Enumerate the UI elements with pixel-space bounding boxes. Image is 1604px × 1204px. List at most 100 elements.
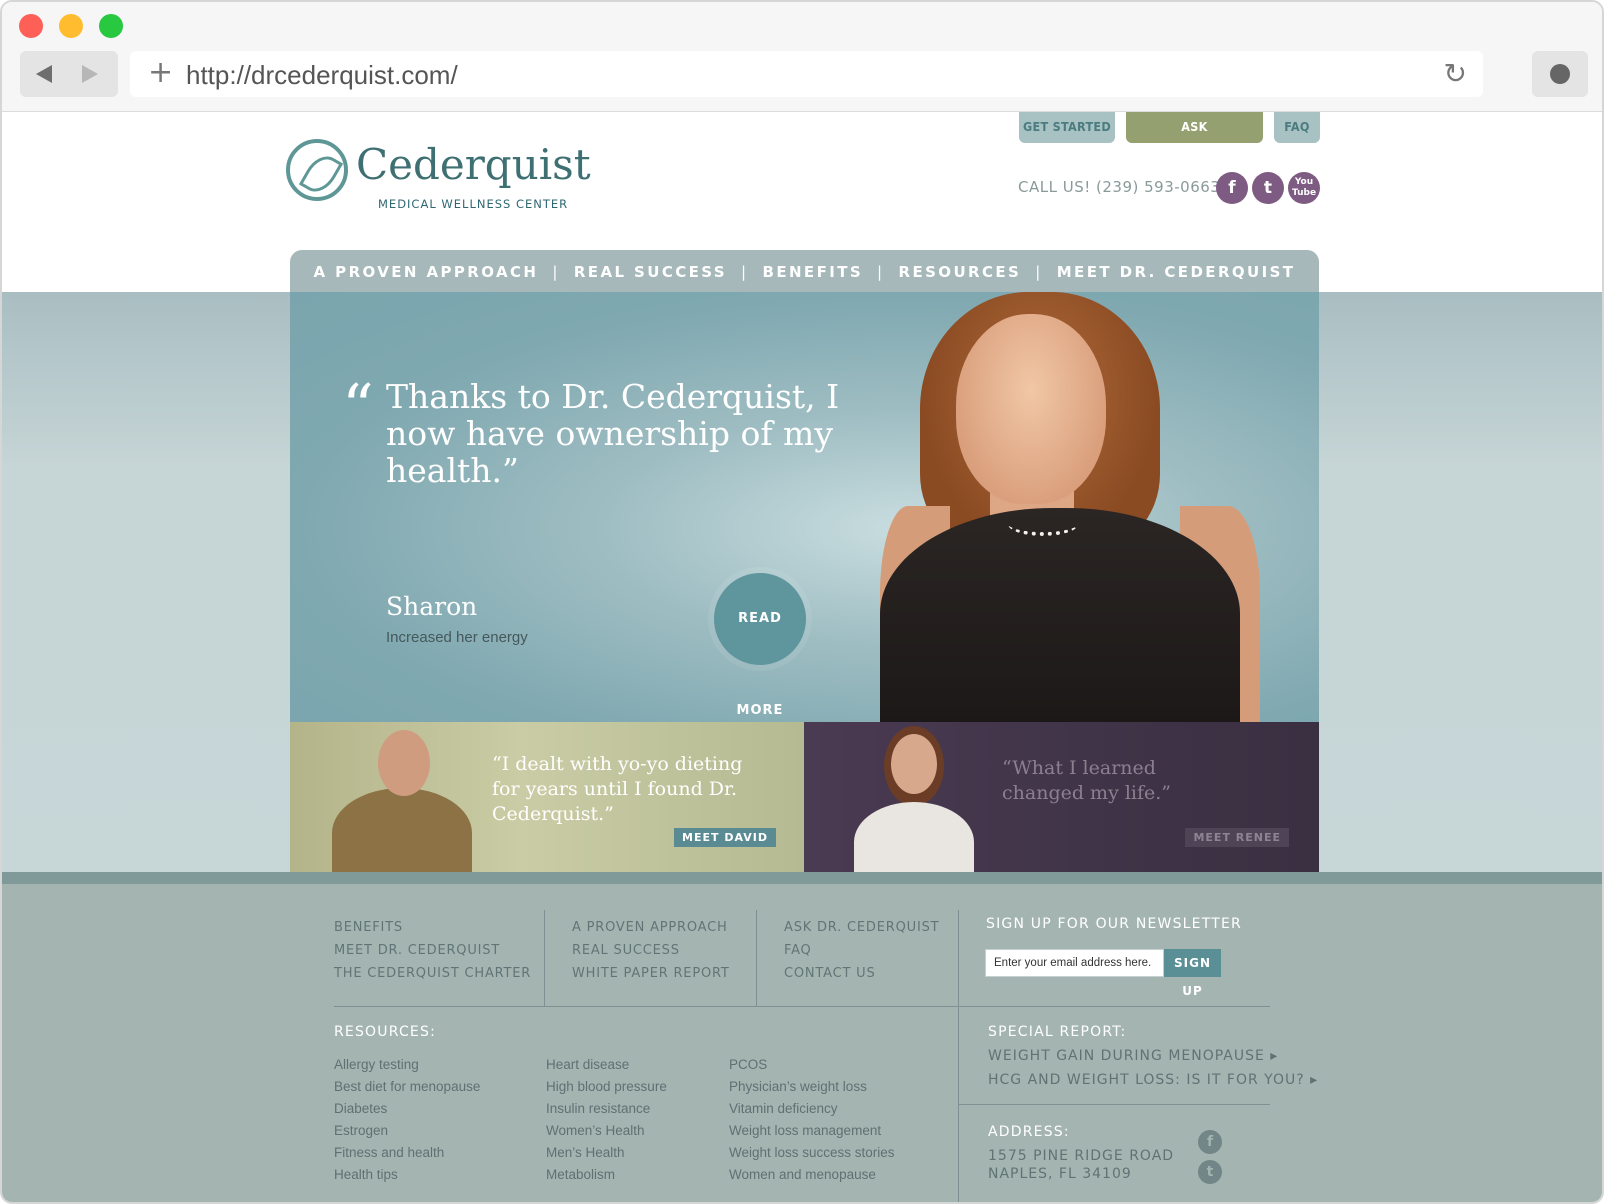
record-icon [1550, 64, 1570, 84]
sign-up-button[interactable]: SIGN UP [1164, 949, 1221, 998]
read-more-button[interactable]: READ MORE [714, 573, 806, 718]
record-button[interactable] [1532, 51, 1588, 97]
reload-icon[interactable]: ↻ [1444, 57, 1467, 90]
footer-link-real-success[interactable]: REAL SUCCESS [572, 939, 730, 962]
nav-benefits[interactable]: BENEFITS [762, 263, 863, 281]
footer-facebook-icon[interactable]: f [1198, 1130, 1222, 1154]
brand-name[interactable]: Cederquist [356, 140, 591, 189]
minimize-window-button[interactable] [59, 14, 83, 38]
forward-arrow-icon[interactable] [82, 65, 98, 83]
footer-twitter-icon[interactable]: t [1198, 1160, 1222, 1184]
resource-link[interactable]: High blood pressure [546, 1076, 667, 1098]
footer-horizontal-divider [958, 1104, 1270, 1105]
footer-link-faq[interactable]: FAQ [784, 939, 939, 962]
nav-real-success[interactable]: REAL SUCCESS [574, 263, 727, 281]
newsletter-title: SIGN UP FOR OUR NEWSLETTER [986, 916, 1242, 932]
site-footer: BENEFITS MEET DR. CEDERQUIST THE CEDERQU… [2, 884, 1602, 1202]
renee-head [891, 734, 937, 794]
meet-renee-button[interactable]: MEET RENEE [1185, 828, 1289, 847]
special-report-link-menopause[interactable]: WEIGHT GAIN DURING MENOPAUSE ▸ [988, 1048, 1278, 1064]
ask-dr-cederquist-tab[interactable]: ASK DR.CEDERQUIST [1126, 112, 1263, 164]
quote-mark-icon: “ [342, 370, 374, 443]
footer-link-contact-us[interactable]: CONTACT US [784, 962, 939, 985]
footer-link-white-paper[interactable]: WHITE PAPER REPORT [572, 962, 730, 985]
phone-number: CALL US! (239) 593-0663 [1018, 178, 1221, 196]
footer-links-col-2: A PROVEN APPROACH REAL SUCCESS WHITE PAP… [572, 916, 730, 985]
renee-testimonial-panel[interactable]: “What I learned changed my life.” MEET R… [804, 722, 1319, 872]
footer-divider-stripe [2, 872, 1602, 884]
meet-david-button[interactable]: MEET DAVID [674, 828, 776, 847]
portrait-dress [880, 508, 1240, 722]
footer-column-divider [958, 910, 959, 1202]
resource-link[interactable]: Women and menopause [729, 1164, 895, 1186]
david-quote: “I dealt with yo-yo dieting for years un… [492, 753, 743, 825]
leaf-logo-icon[interactable] [286, 139, 348, 201]
nav-divider: | [552, 263, 560, 281]
david-testimonial-panel[interactable]: “I dealt with yo-yo dieting for years un… [290, 722, 804, 872]
pearl-necklace [1008, 512, 1078, 536]
footer-link-ask-dr[interactable]: ASK DR. CEDERQUIST [784, 916, 939, 939]
resource-link[interactable]: Metabolism [546, 1164, 667, 1186]
footer-link-benefits[interactable]: BENEFITS [334, 916, 531, 939]
testimonial-caption: Increased her energy [386, 629, 528, 646]
footer-link-meet-dr[interactable]: MEET DR. CEDERQUIST [334, 939, 531, 962]
footer-links-col-3: ASK DR. CEDERQUIST FAQ CONTACT US [784, 916, 939, 985]
youtube-icon[interactable]: You Tube [1288, 172, 1320, 204]
david-head [378, 730, 430, 796]
brand-subtitle: MEDICAL WELLNESS CENTER [378, 197, 569, 211]
close-window-button[interactable] [19, 14, 43, 38]
back-arrow-icon[interactable] [36, 65, 52, 83]
resource-link[interactable]: Weight loss management [729, 1120, 895, 1142]
resource-link[interactable]: Fitness and health [334, 1142, 480, 1164]
testimonial-name: Sharon [386, 592, 478, 621]
resource-link[interactable]: Vitamin deficiency [729, 1098, 895, 1120]
facebook-icon[interactable]: f [1216, 172, 1248, 204]
portrait-face [956, 314, 1106, 504]
footer-column-divider [544, 910, 545, 1006]
footer-horizontal-divider [334, 1006, 1270, 1007]
resources-col-1: Allergy testing Best diet for menopause … [334, 1054, 480, 1186]
resource-link[interactable]: Diabetes [334, 1098, 480, 1120]
special-report-title: SPECIAL REPORT: [988, 1024, 1127, 1040]
footer-link-proven-approach[interactable]: A PROVEN APPROACH [572, 916, 730, 939]
nav-divider: | [877, 263, 885, 281]
renee-quote: “What I learned changed my life.” [1002, 757, 1172, 804]
nav-resources[interactable]: RESOURCES [899, 263, 1022, 281]
resource-link[interactable]: PCOS [729, 1054, 895, 1076]
resource-link[interactable]: Heart disease [546, 1054, 667, 1076]
renee-body [854, 802, 974, 872]
resources-col-3: PCOS Physician’s weight loss Vitamin def… [729, 1054, 895, 1186]
plus-icon[interactable]: + [148, 55, 173, 90]
web-page: Cederquist MEDICAL WELLNESS CENTER GET S… [2, 112, 1602, 1202]
browser-window: + http://drcederquist.com/ ↻ Cederquist … [0, 0, 1604, 1204]
resource-link[interactable]: Insulin resistance [546, 1098, 667, 1120]
footer-links-col-1: BENEFITS MEET DR. CEDERQUIST THE CEDERQU… [334, 916, 531, 985]
browser-toolbar: + http://drcederquist.com/ ↻ [2, 2, 1602, 112]
address-bar[interactable]: + http://drcederquist.com/ ↻ [130, 51, 1483, 97]
url-text[interactable]: http://drcederquist.com/ [186, 60, 458, 91]
get-started-tab[interactable]: GET STARTED [1019, 112, 1115, 143]
resource-link[interactable]: Women’s Health [546, 1120, 667, 1142]
resource-link[interactable]: Physician’s weight loss [729, 1076, 895, 1098]
resource-link[interactable]: Weight loss success stories [729, 1142, 895, 1164]
address-block: 1575 PINE RIDGE ROAD NAPLES, FL 34109 [988, 1147, 1174, 1183]
resource-link[interactable]: Best diet for menopause [334, 1076, 480, 1098]
resource-link[interactable]: Men’s Health [546, 1142, 667, 1164]
address-line-2: NAPLES, FL 34109 [988, 1166, 1132, 1182]
hero-testimonial-quote: Thanks to Dr. Cederquist, I now have own… [386, 377, 840, 490]
resource-link[interactable]: Allergy testing [334, 1054, 480, 1076]
nav-proven-approach[interactable]: A PROVEN APPROACH [314, 263, 539, 281]
faq-tab[interactable]: FAQ [1274, 112, 1320, 143]
twitter-icon[interactable]: t [1252, 172, 1284, 204]
hero-banner: “ Thanks to Dr. Cederquist, I now have o… [290, 292, 1319, 722]
footer-link-charter[interactable]: THE CEDERQUIST CHARTER [334, 962, 531, 985]
david-body [332, 788, 472, 872]
nav-meet-dr-cederquist[interactable]: MEET DR. CEDERQUIST [1057, 263, 1296, 281]
special-report-link-hcg[interactable]: HCG AND WEIGHT LOSS: IS IT FOR YOU? ▸ [988, 1072, 1318, 1088]
nav-divider: | [741, 263, 749, 281]
newsletter-email-input[interactable]: Enter your email address here. [985, 949, 1164, 977]
resource-link[interactable]: Estrogen [334, 1120, 480, 1142]
resource-link[interactable]: Health tips [334, 1164, 480, 1186]
history-nav [20, 51, 118, 97]
maximize-window-button[interactable] [99, 14, 123, 38]
